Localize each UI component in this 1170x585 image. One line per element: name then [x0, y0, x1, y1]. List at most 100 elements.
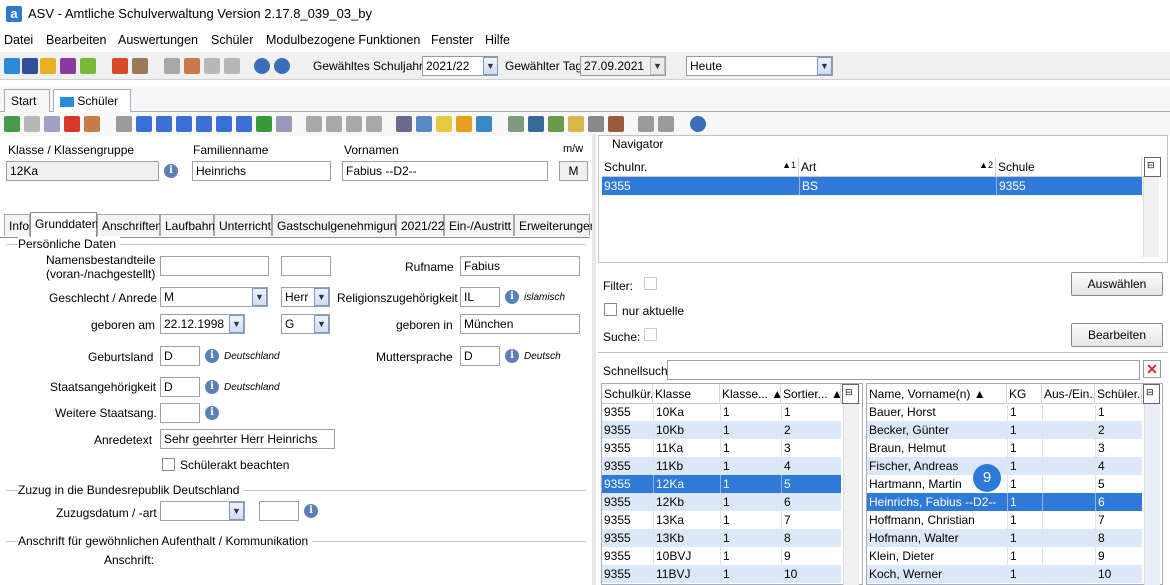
broom-icon[interactable] [456, 116, 472, 132]
next-page-icon[interactable] [216, 116, 232, 132]
table-row[interactable]: Braun, Helmut 1 3 [867, 439, 1142, 457]
geburtsland-info-icon[interactable]: i [205, 349, 219, 363]
geboren-am-dropdown-icon[interactable]: ▼ [229, 315, 244, 333]
prev-record-icon[interactable] [176, 116, 192, 132]
col-kg[interactable]: KG [1007, 384, 1042, 404]
suche-checkbox[interactable] [644, 328, 657, 341]
vornamen-field[interactable]: Fabius --D2-- [342, 161, 548, 181]
col-schuelernr[interactable]: Schüler... [1095, 384, 1142, 404]
clear-search-icon[interactable]: ✕ [1143, 360, 1161, 378]
tab-grunddaten[interactable]: Grunddaten [30, 212, 98, 238]
familienname-field[interactable]: Heinrichs [192, 161, 331, 181]
tab-ein-austritt[interactable]: Ein-/Austritt [444, 214, 514, 236]
cut-icon[interactable] [326, 116, 342, 132]
zuzug-info-icon[interactable]: i [304, 504, 318, 518]
paste-icon[interactable] [366, 116, 382, 132]
klassen-scrollbar[interactable] [843, 404, 859, 585]
cancel-icon[interactable] [84, 116, 100, 132]
table-row[interactable]: 9355 13Kb 1 8 [602, 529, 841, 547]
info-icon[interactable] [254, 58, 270, 74]
table-row[interactable]: Hofmann, Walter 1 8 [867, 529, 1142, 547]
clock-icon[interactable] [476, 116, 492, 132]
schueler-group-icon[interactable] [4, 58, 20, 74]
schuljahr-dropdown-icon[interactable]: ▼ [483, 57, 498, 75]
col-name[interactable]: Name, Vorname(n) ▲ [867, 384, 1007, 404]
schuelerakt-checkbox[interactable] [162, 458, 175, 471]
table-row[interactable]: 9355 10Kb 1 2 [602, 421, 841, 439]
tab-laufbahn[interactable]: Laufbahn [160, 214, 215, 236]
teachers-icon[interactable] [40, 58, 56, 74]
namensbestandteil-voran-field[interactable] [160, 256, 269, 276]
back-arrow-icon[interactable] [306, 116, 322, 132]
menu-hilfe[interactable]: Hilfe [485, 33, 510, 47]
muttersprache-field[interactable]: D [460, 346, 500, 366]
muttersprache-info-icon[interactable]: i [505, 349, 519, 363]
klasse-info-icon[interactable]: i [164, 164, 178, 178]
geboren-typ-dropdown-icon[interactable]: ▼ [314, 315, 329, 333]
table-row[interactable]: Hoffmann, Christian 1 7 [867, 511, 1142, 529]
document-icon[interactable] [132, 58, 148, 74]
tab-erweiterungen[interactable]: Erweiterungen [514, 214, 596, 236]
col-schulnr[interactable]: Schulnr. ▲1 [602, 157, 799, 177]
column-chooser-icon[interactable]: ⊟ [1143, 384, 1160, 404]
staatsang-field[interactable]: D [160, 377, 200, 397]
table-row[interactable]: Klein, Dieter 1 9 [867, 547, 1142, 565]
tab-schuljahr[interactable]: 2021/22 [396, 214, 444, 236]
heute-select[interactable]: Heute [686, 56, 833, 76]
nur-aktuelle-checkbox[interactable] [604, 303, 617, 316]
table-row[interactable]: 9355 10BVJ 1 9 [602, 547, 841, 565]
menu-auswertungen[interactable]: Auswertungen [118, 33, 198, 47]
weitere-staatsang-field[interactable] [160, 403, 200, 423]
table-row[interactable]: Hartmann, Martin 1 5 [867, 475, 1142, 493]
help-icon[interactable] [274, 58, 290, 74]
menu-modulbezogene-funktionen[interactable]: Modulbezogene Funktionen [266, 33, 420, 47]
rufname-field[interactable]: Fabius [460, 256, 580, 276]
col-sortierung[interactable]: Sortier... ▲1 [781, 384, 841, 404]
person-card-icon[interactable] [608, 116, 624, 132]
religion-info-icon[interactable]: i [505, 290, 519, 304]
col-art[interactable]: Art ▲2 [799, 157, 996, 177]
table-row[interactable]: 9355 12Ka 1 5 [602, 475, 841, 493]
delete-icon[interactable] [64, 116, 80, 132]
table-row[interactable]: Bauer, Horst 1 1 [867, 403, 1142, 421]
table-row[interactable]: 9355 12Kb 1 6 [602, 493, 841, 511]
table-row[interactable]: 9355 11Ka 1 3 [602, 439, 841, 457]
col-schulkuerzel[interactable]: Schulkür... [602, 384, 653, 404]
tab-unterricht[interactable]: Unterricht [214, 214, 272, 236]
geschlecht-dropdown-icon[interactable]: ▼ [252, 288, 267, 306]
table-row[interactable]: 9355 13Ka 1 7 [602, 511, 841, 529]
geboren-in-field[interactable]: München [460, 314, 580, 334]
table-row[interactable]: Heinrichs, Fabius --D2-- 1 6 [867, 493, 1142, 511]
tag-dropdown-icon[interactable]: ▼ [650, 57, 665, 75]
table-row[interactable]: Fischer, Andreas 1 4 [867, 457, 1142, 475]
namensbestandteil-nach-field[interactable] [281, 256, 331, 276]
table-row[interactable]: Becker, Günter 1 2 [867, 421, 1142, 439]
staatsang-info-icon[interactable]: i [205, 380, 219, 394]
next-record-icon[interactable] [196, 116, 212, 132]
col-schule[interactable]: Schule [996, 157, 1142, 177]
folder-icon[interactable] [568, 116, 584, 132]
tools-icon[interactable] [508, 116, 524, 132]
religion-field[interactable]: IL [460, 287, 500, 307]
schueler-scrollbar[interactable] [1144, 404, 1160, 585]
user-icon[interactable] [528, 116, 544, 132]
copy-disabled-icon[interactable] [164, 58, 180, 74]
table-row[interactable]: 9355 11BVJ 1 10 [602, 565, 841, 583]
copy-icon[interactable] [346, 116, 362, 132]
zuzugsart-field[interactable] [259, 501, 299, 521]
last-record-icon[interactable] [236, 116, 252, 132]
calendar-icon[interactable] [184, 58, 200, 74]
col-klassenart[interactable]: Klasse... ▲2 [720, 384, 781, 404]
bearbeiten-button[interactable]: Bearbeiten [1071, 323, 1163, 347]
tab-anschriften[interactable]: Anschriften [97, 214, 162, 236]
auswaehlen-button[interactable]: Auswählen [1071, 272, 1163, 296]
flash2-disabled-icon[interactable] [224, 58, 240, 74]
list-icon[interactable] [116, 116, 132, 132]
klasse-field[interactable]: 12Ka [6, 161, 159, 181]
refresh-icon[interactable] [256, 116, 272, 132]
table-row[interactable]: Koch, Werner 1 10 [867, 565, 1142, 583]
tab-info[interactable]: Info [4, 214, 30, 236]
col-aus-ein[interactable]: Aus-/Ein... [1042, 384, 1095, 404]
filter-checkbox[interactable] [644, 277, 657, 290]
mw-field[interactable]: M [559, 161, 588, 181]
